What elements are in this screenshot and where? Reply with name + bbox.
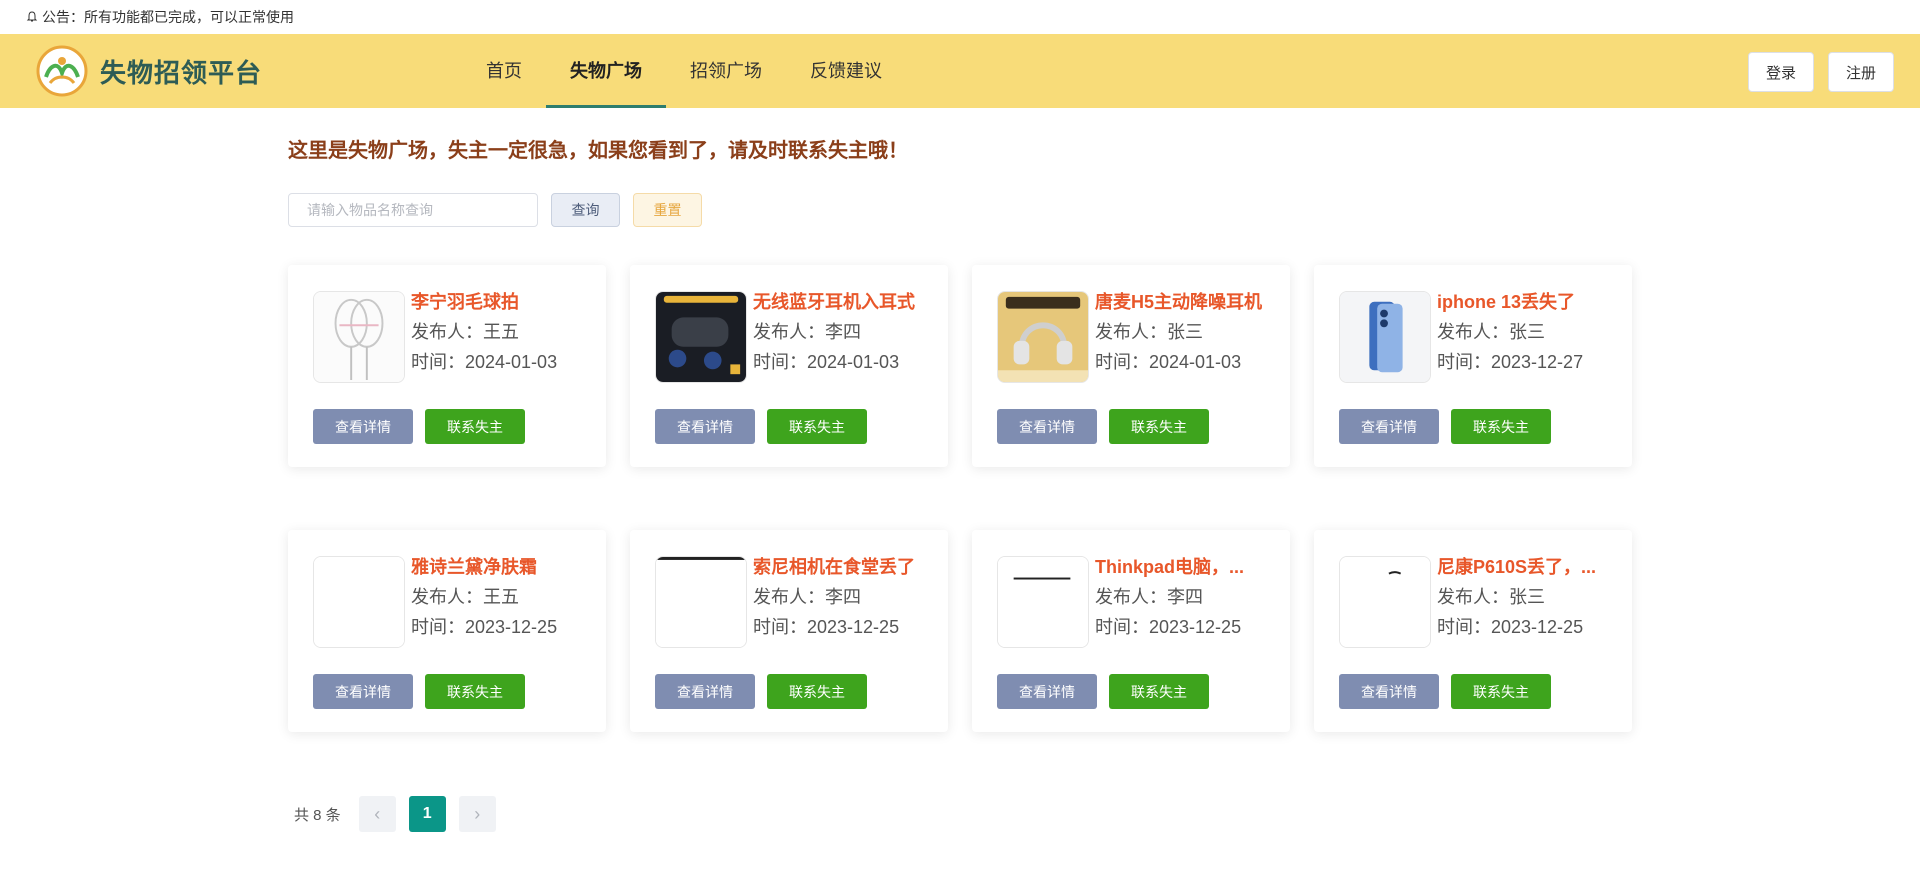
view-detail-button[interactable]: 查看详情 — [313, 409, 413, 444]
nav-home[interactable]: 首页 — [462, 34, 546, 108]
view-detail-button[interactable]: 查看详情 — [655, 409, 755, 444]
item-image[interactable] — [1339, 291, 1431, 383]
item-time: 时间：2023-12-25 — [1437, 617, 1584, 637]
search-row: 查询 重置 — [288, 193, 1632, 227]
item-publisher: 发布人：李四 — [1095, 587, 1203, 607]
search-input[interactable] — [288, 193, 538, 227]
nav-feedback[interactable]: 反馈建议 — [786, 34, 906, 108]
view-detail-button[interactable]: 查看详情 — [997, 674, 1097, 709]
prev-page-button[interactable]: ‹ — [358, 796, 396, 832]
headphones-image — [998, 292, 1088, 382]
earbuds-image — [656, 292, 746, 382]
item-image[interactable] — [997, 556, 1089, 648]
main-nav: 首页 失物广场 招领广场 反馈建议 — [462, 34, 906, 108]
next-page-button[interactable]: › — [458, 796, 496, 832]
item-card: Thinkpad电脑，... 发布人：李四 时间：2023-12-25 查看详情… — [972, 530, 1290, 732]
item-card: iphone 13丢失了 发布人：张三 时间：2023-12-27 查看详情 联… — [1314, 265, 1632, 467]
chevron-left-icon: ‹ — [374, 803, 381, 824]
item-image[interactable] — [313, 291, 405, 383]
view-detail-button[interactable]: 查看详情 — [1339, 409, 1439, 444]
item-title[interactable]: iphone 13丢失了 — [1437, 291, 1607, 313]
page-headline: 这里是失物广场，失主一定很急，如果您看到了，请及时联系失主哦！ — [288, 140, 908, 162]
camera-image — [656, 557, 746, 647]
item-card: 唐麦H5主动降噪耳机 发布人：张三 时间：2024-01-03 查看详情 联系失… — [972, 265, 1290, 467]
pagination: 共 8 条 ‹ 1 › — [294, 796, 1632, 832]
item-image[interactable] — [655, 291, 747, 383]
logo-icon — [36, 45, 88, 97]
main-content: 这里是失物广场，失主一定很急，如果您看到了，请及时联系失主哦！ 查询 重置 — [288, 134, 1632, 832]
laptop-image — [998, 557, 1088, 647]
auth-area: 登录 注册 — [1747, 52, 1894, 92]
item-time: 时间：2024-01-03 — [411, 352, 558, 372]
item-time: 时间：2023-12-27 — [1437, 352, 1584, 372]
item-image[interactable] — [313, 556, 405, 648]
item-time: 时间：2024-01-03 — [753, 352, 900, 372]
item-publisher: 发布人：张三 — [1095, 322, 1203, 342]
login-button[interactable]: 登录 — [1747, 52, 1814, 92]
item-title[interactable]: 无线蓝牙耳机入耳式 — [753, 291, 923, 313]
item-grid: 李宁羽毛球拍 发布人：王五 时间：2024-01-03 查看详情 联系失主 无线… — [288, 265, 1632, 732]
item-publisher: 发布人：李四 — [753, 587, 861, 607]
badminton-racket-image — [314, 292, 404, 382]
item-title[interactable]: 唐麦H5主动降噪耳机 — [1095, 291, 1265, 313]
contact-owner-button[interactable]: 联系失主 — [1109, 674, 1209, 709]
camera-image — [1340, 557, 1430, 647]
item-publisher: 发布人：李四 — [753, 322, 861, 342]
item-image[interactable] — [1339, 556, 1431, 648]
site-title: 失物招领平台 — [100, 57, 263, 88]
item-title[interactable]: 雅诗兰黛净肤霜 — [411, 556, 581, 578]
item-image[interactable] — [997, 291, 1089, 383]
item-card: 索尼相机在食堂丢了 发布人：李四 时间：2023-12-25 查看详情 联系失主 — [630, 530, 948, 732]
query-button[interactable]: 查询 — [551, 193, 620, 227]
contact-owner-button[interactable]: 联系失主 — [1109, 409, 1209, 444]
reset-button[interactable]: 重置 — [633, 193, 702, 227]
contact-owner-button[interactable]: 联系失主 — [425, 674, 525, 709]
bell-icon — [26, 11, 38, 22]
item-time: 时间：2023-12-25 — [1095, 617, 1242, 637]
view-detail-button[interactable]: 查看详情 — [313, 674, 413, 709]
pagination-total: 共 8 条 — [294, 806, 341, 824]
page-number-button[interactable]: 1 — [408, 796, 446, 832]
item-card: 李宁羽毛球拍 发布人：王五 时间：2024-01-03 查看详情 联系失主 — [288, 265, 606, 467]
item-publisher: 发布人：张三 — [1437, 322, 1545, 342]
register-button[interactable]: 注册 — [1827, 52, 1894, 92]
item-publisher: 发布人：王五 — [411, 322, 519, 342]
item-publisher: 发布人：张三 — [1437, 587, 1545, 607]
view-detail-button[interactable]: 查看详情 — [997, 409, 1097, 444]
announcement-bar: 公告：所有功能都已完成，可以正常使用 — [0, 0, 1920, 34]
item-title[interactable]: 尼康P610S丢了，... — [1437, 556, 1607, 578]
chevron-right-icon: › — [474, 803, 481, 824]
item-card: 雅诗兰黛净肤霜 发布人：王五 时间：2023-12-25 查看详情 联系失主 — [288, 530, 606, 732]
top-header: 失物招领平台 首页 失物广场 招领广场 反馈建议 登录 注册 — [0, 34, 1920, 108]
item-time: 时间：2024-01-03 — [1095, 352, 1242, 372]
item-title[interactable]: Thinkpad电脑，... — [1095, 556, 1265, 578]
item-title[interactable]: 李宁羽毛球拍 — [411, 291, 581, 313]
contact-owner-button[interactable]: 联系失主 — [767, 409, 867, 444]
item-image[interactable] — [655, 556, 747, 648]
nav-found-square[interactable]: 招领广场 — [666, 34, 786, 108]
contact-owner-button[interactable]: 联系失主 — [1451, 674, 1551, 709]
contact-owner-button[interactable]: 联系失主 — [425, 409, 525, 444]
item-time: 时间：2023-12-25 — [411, 617, 558, 637]
item-card: 无线蓝牙耳机入耳式 发布人：李四 时间：2024-01-03 查看详情 联系失主 — [630, 265, 948, 467]
logo[interactable]: 失物招领平台 — [36, 45, 462, 97]
item-time: 时间：2023-12-25 — [753, 617, 900, 637]
contact-owner-button[interactable]: 联系失主 — [1451, 409, 1551, 444]
announcement-text: 公告：所有功能都已完成，可以正常使用 — [42, 9, 294, 25]
item-title[interactable]: 索尼相机在食堂丢了 — [753, 556, 923, 578]
blank-image — [314, 557, 404, 647]
item-card: 尼康P610S丢了，... 发布人：张三 时间：2023-12-25 查看详情 … — [1314, 530, 1632, 732]
view-detail-button[interactable]: 查看详情 — [1339, 674, 1439, 709]
nav-lost-square[interactable]: 失物广场 — [546, 34, 666, 108]
view-detail-button[interactable]: 查看详情 — [655, 674, 755, 709]
contact-owner-button[interactable]: 联系失主 — [767, 674, 867, 709]
item-publisher: 发布人：王五 — [411, 587, 519, 607]
iphone-image — [1340, 292, 1430, 382]
